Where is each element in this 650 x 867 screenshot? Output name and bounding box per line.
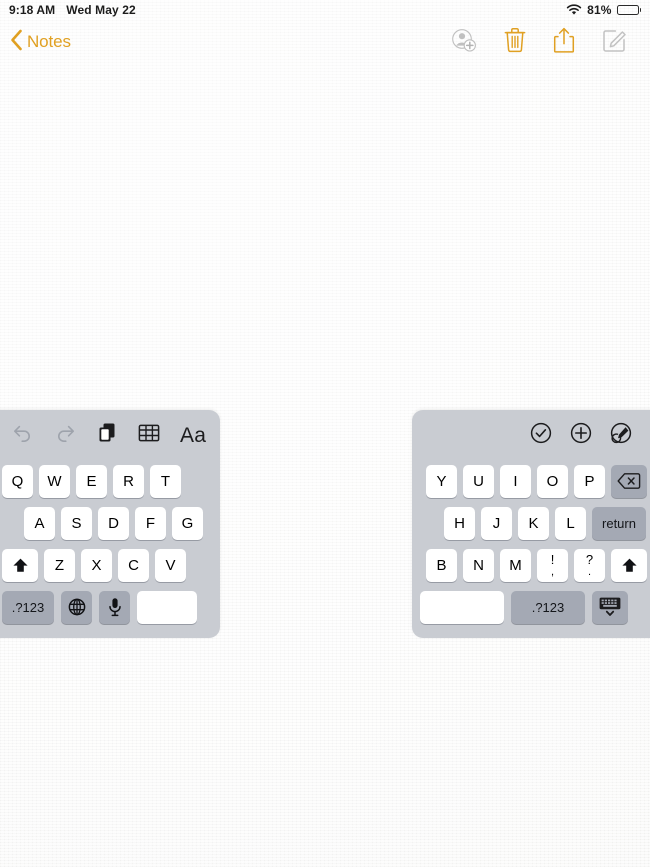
back-to-notes-button[interactable]: Notes (10, 29, 71, 56)
format-text-label: Aa (180, 423, 207, 447)
key-shift-left[interactable] (2, 548, 38, 582)
format-text-icon[interactable]: Aa (180, 425, 206, 446)
key-x[interactable]: X (81, 548, 112, 582)
key-numbers-right[interactable]: .?123 (511, 590, 585, 624)
key-exclaim-label: ! (550, 551, 555, 567)
key-s[interactable]: S (61, 506, 92, 540)
key-y[interactable]: Y (426, 464, 457, 498)
key-r[interactable]: R (113, 464, 144, 498)
keyboard-toolbar-left: Aa (0, 410, 220, 460)
key-space-right[interactable] (420, 590, 504, 624)
person-add-icon[interactable] (451, 27, 477, 58)
battery-icon (616, 5, 641, 15)
key-space-left[interactable] (137, 590, 197, 624)
key-question-label: ? (585, 551, 594, 567)
key-exclaim-comma[interactable]: ! , (537, 548, 568, 582)
key-w[interactable]: W (39, 464, 70, 498)
split-keyboard-left: Aa Q W E R T A S D F G Z X C V .?123 (0, 410, 220, 638)
redo-icon[interactable] (54, 423, 78, 448)
key-question-period[interactable]: ? . (574, 548, 605, 582)
share-icon[interactable] (553, 27, 575, 58)
key-period-label: . (587, 565, 592, 578)
key-o[interactable]: O (537, 464, 568, 498)
undo-icon[interactable] (10, 423, 34, 448)
key-i[interactable]: I (500, 464, 531, 498)
key-dictation[interactable] (99, 590, 130, 624)
keyboard-keys-right: Y U I O P H J K L return B N M ! , ? . .… (412, 460, 650, 628)
key-m[interactable]: M (500, 548, 531, 582)
back-button-label: Notes (27, 32, 71, 51)
compose-icon[interactable] (602, 27, 628, 58)
checkmark-circle-icon[interactable] (530, 422, 552, 449)
markup-pen-circle-icon[interactable] (610, 422, 632, 449)
keyboard-keys-left: Q W E R T A S D F G Z X C V .?123 (0, 460, 220, 628)
plus-circle-icon[interactable] (570, 422, 592, 449)
key-p[interactable]: P (574, 464, 605, 498)
status-time: 9:18 AM (9, 3, 56, 17)
status-date: Wed May 22 (66, 3, 136, 17)
key-l[interactable]: L (555, 506, 586, 540)
wifi-icon (566, 4, 582, 16)
keyboard-row: .?123 (0, 586, 220, 628)
key-u[interactable]: U (463, 464, 494, 498)
key-k[interactable]: K (518, 506, 549, 540)
key-numbers-left[interactable]: .?123 (2, 590, 54, 624)
chevron-left-icon (10, 29, 23, 56)
trash-icon[interactable] (504, 27, 526, 58)
keyboard-row: .?123 (412, 586, 650, 628)
keyboard-row: Z X C V (0, 544, 220, 586)
key-comma-label: , (550, 565, 555, 578)
keyboard-row: Y U I O P (412, 460, 650, 502)
navigation-bar: Notes (0, 20, 650, 64)
keyboard-toolbar-right (412, 410, 650, 460)
key-h[interactable]: H (444, 506, 475, 540)
key-z[interactable]: Z (44, 548, 75, 582)
key-d[interactable]: D (98, 506, 129, 540)
key-q[interactable]: Q (2, 464, 33, 498)
keyboard-row: Q W E R T (0, 460, 220, 502)
key-globe[interactable] (61, 590, 92, 624)
key-j[interactable]: J (481, 506, 512, 540)
key-delete[interactable] (611, 464, 647, 498)
key-c[interactable]: C (118, 548, 149, 582)
key-hide-keyboard[interactable] (592, 590, 628, 624)
key-e[interactable]: E (76, 464, 107, 498)
keyboard-row: A S D F G (0, 502, 220, 544)
key-t[interactable]: T (150, 464, 181, 498)
key-g[interactable]: G (172, 506, 203, 540)
split-keyboard-right: Y U I O P H J K L return B N M ! , ? . .… (412, 410, 650, 638)
key-b[interactable]: B (426, 548, 457, 582)
key-return[interactable]: return (592, 506, 646, 540)
table-icon[interactable] (138, 423, 160, 448)
key-v[interactable]: V (155, 548, 186, 582)
battery-percent-label: 81% (587, 3, 612, 17)
key-shift-right[interactable] (611, 548, 647, 582)
keyboard-row: H J K L return (412, 502, 650, 544)
status-bar: 9:18 AM Wed May 22 81% (0, 0, 650, 20)
key-n[interactable]: N (463, 548, 494, 582)
navigation-actions (451, 27, 640, 58)
key-f[interactable]: F (135, 506, 166, 540)
key-a[interactable]: A (24, 506, 55, 540)
keyboard-row: B N M ! , ? . (412, 544, 650, 586)
copy-paste-icon[interactable] (98, 422, 118, 449)
